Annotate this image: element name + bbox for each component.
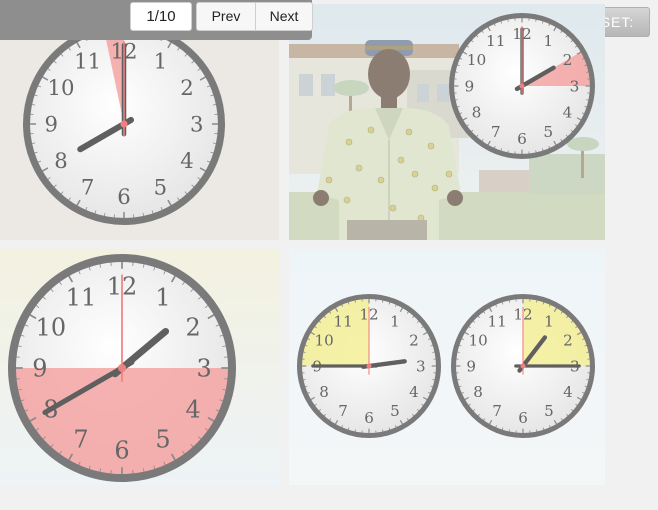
clock-numeral: 5 — [155, 425, 170, 453]
clock-numeral: 3 — [416, 357, 426, 375]
prev-button[interactable]: Prev — [196, 2, 256, 31]
clock-numeral: 4 — [563, 383, 573, 401]
clock-numeral: 1 — [543, 32, 553, 50]
clock-numeral: 8 — [319, 383, 329, 401]
clock-numeral: 2 — [409, 331, 419, 349]
clock-numeral: 8 — [54, 149, 68, 174]
clock-numeral: 2 — [185, 313, 200, 341]
answer-card-4: 121234567891011 121234567891011 — [296, 293, 595, 439]
clock-numeral: 4 — [563, 104, 573, 122]
clock-numeral: 3 — [190, 112, 204, 137]
clock-numeral: 8 — [473, 383, 483, 401]
clock-numeral: 1 — [544, 312, 554, 330]
clock-center — [366, 363, 372, 369]
clock: 121234567891011 — [23, 23, 225, 225]
clock-numeral: 10 — [468, 331, 487, 349]
clock-numeral: 6 — [114, 436, 129, 464]
clock-numeral: 5 — [544, 402, 554, 420]
clock-numeral: 7 — [73, 425, 88, 453]
toolbar: 1/10 Prev Next — [0, 0, 313, 40]
answer-card-3: 121234567891011 — [7, 253, 237, 483]
option-tile-4[interactable]: 121234567891011 121234567891011 — [289, 249, 605, 485]
option-tile-2[interactable]: 121234567891011 — [289, 4, 605, 240]
clock-numeral: 9 — [32, 354, 47, 382]
clock-numeral: 7 — [81, 175, 95, 200]
clock-numeral: 6 — [117, 185, 131, 210]
clock-numeral: 3 — [196, 354, 211, 382]
clock-numeral: 1 — [154, 49, 168, 74]
clock-numeral: 2 — [563, 51, 573, 69]
clock-numeral: 6 — [518, 409, 528, 427]
clock-numeral: 11 — [74, 49, 101, 74]
clock-numeral: 9 — [465, 77, 475, 95]
clock-numeral: 1 — [390, 312, 400, 330]
clock-center — [118, 364, 126, 372]
clock-numeral: 7 — [338, 402, 348, 420]
clock-numeral: 11 — [333, 312, 352, 330]
clock-numeral: 10 — [36, 313, 66, 341]
next-button[interactable]: Next — [255, 2, 313, 31]
clock-numeral: 9 — [466, 357, 476, 375]
clock-numeral: 8 — [472, 104, 482, 122]
clock-numeral: 11 — [66, 283, 96, 311]
clock: 121234567891011 — [296, 293, 442, 439]
clock-center — [520, 363, 526, 369]
clock: 121234567891011 — [450, 293, 595, 439]
clock-numeral: 4 — [180, 149, 194, 174]
clock-numeral: 1 — [155, 283, 170, 311]
clock: 121234567891011 — [448, 13, 595, 159]
clock-center — [519, 83, 525, 89]
clock-numeral: 11 — [486, 32, 506, 50]
page-counter: 1/10 — [130, 2, 192, 31]
clock-numeral: 10 — [467, 51, 487, 69]
clock-numeral: 2 — [563, 331, 573, 349]
clock-numeral: 7 — [492, 402, 502, 420]
clock-numeral: 9 — [45, 112, 59, 137]
clock-numeral: 3 — [570, 77, 580, 95]
clock-numeral: 10 — [314, 331, 333, 349]
clock-numeral: 6 — [517, 130, 527, 148]
answer-card-2: 121234567891011 — [289, 4, 605, 240]
option-tile-3[interactable]: 121234567891011 — [0, 249, 279, 485]
clock-numeral: 6 — [364, 409, 374, 427]
clock-center — [120, 120, 128, 128]
clock-numeral: 5 — [390, 402, 400, 420]
clock: 121234567891011 — [7, 253, 237, 483]
clock-numeral: 4 — [409, 383, 419, 401]
clock-numeral: 2 — [180, 76, 194, 101]
clock-numeral: 10 — [48, 76, 75, 101]
clock-numeral: 5 — [543, 123, 553, 141]
clock-numeral: 5 — [154, 175, 168, 200]
clock-numeral: 11 — [487, 312, 506, 330]
clock-numeral: 7 — [491, 123, 501, 141]
clock-numeral: 4 — [185, 395, 200, 423]
